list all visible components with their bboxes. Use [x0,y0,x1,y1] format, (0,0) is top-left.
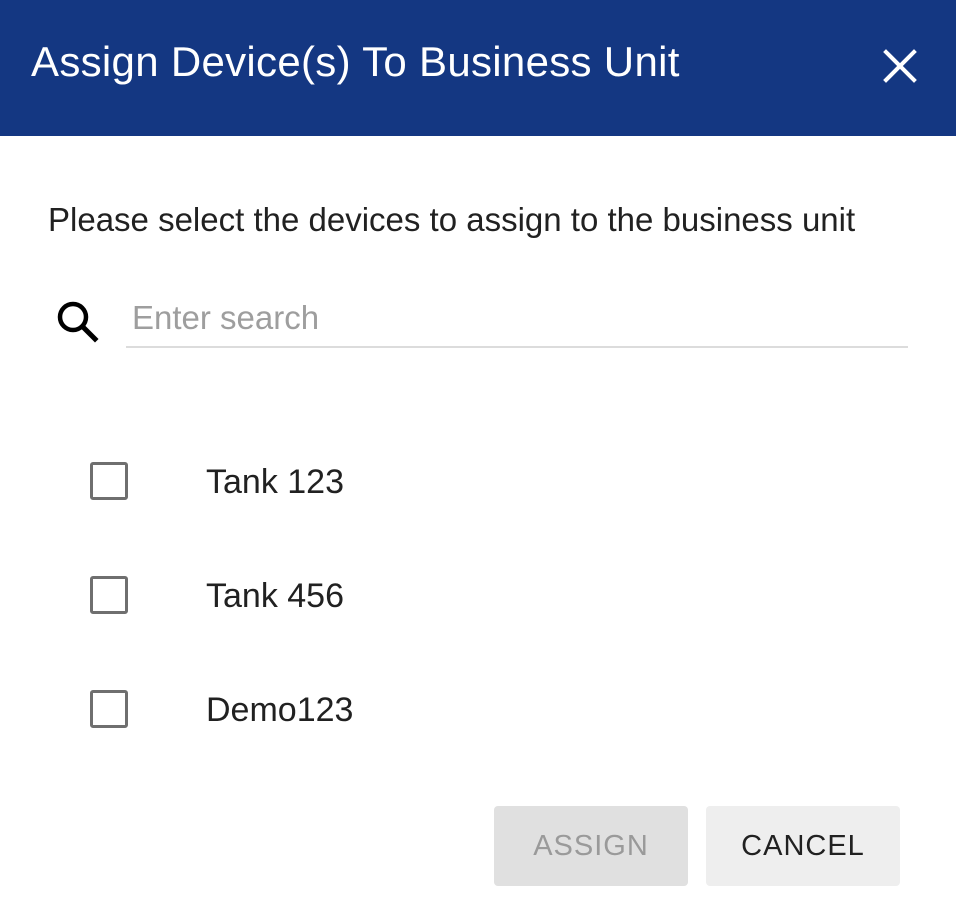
cancel-button[interactable]: CANCEL [706,806,900,886]
dialog-header: Assign Device(s) To Business Unit [0,0,956,136]
device-label: Tank 123 [206,463,344,501]
device-row-tank-123[interactable]: Tank 123 [80,452,680,516]
device-checkbox[interactable] [90,576,128,614]
search-input[interactable] [126,290,908,348]
device-row-tank-456[interactable]: Tank 456 [80,566,680,630]
device-checkbox[interactable] [90,462,128,500]
search-icon [57,301,99,343]
assign-devices-dialog: Assign Device(s) To Business Unit Please… [0,0,956,902]
close-button[interactable] [872,38,928,94]
instruction-text: Please select the devices to assign to t… [48,201,856,238]
device-label: Tank 456 [206,577,344,615]
device-label: Demo123 [206,691,354,729]
dialog-title: Assign Device(s) To Business Unit [31,38,680,85]
device-row-demo123[interactable]: Demo123 [80,680,680,744]
assign-button[interactable]: ASSIGN [494,806,688,886]
device-checkbox[interactable] [90,690,128,728]
close-icon [883,49,917,83]
